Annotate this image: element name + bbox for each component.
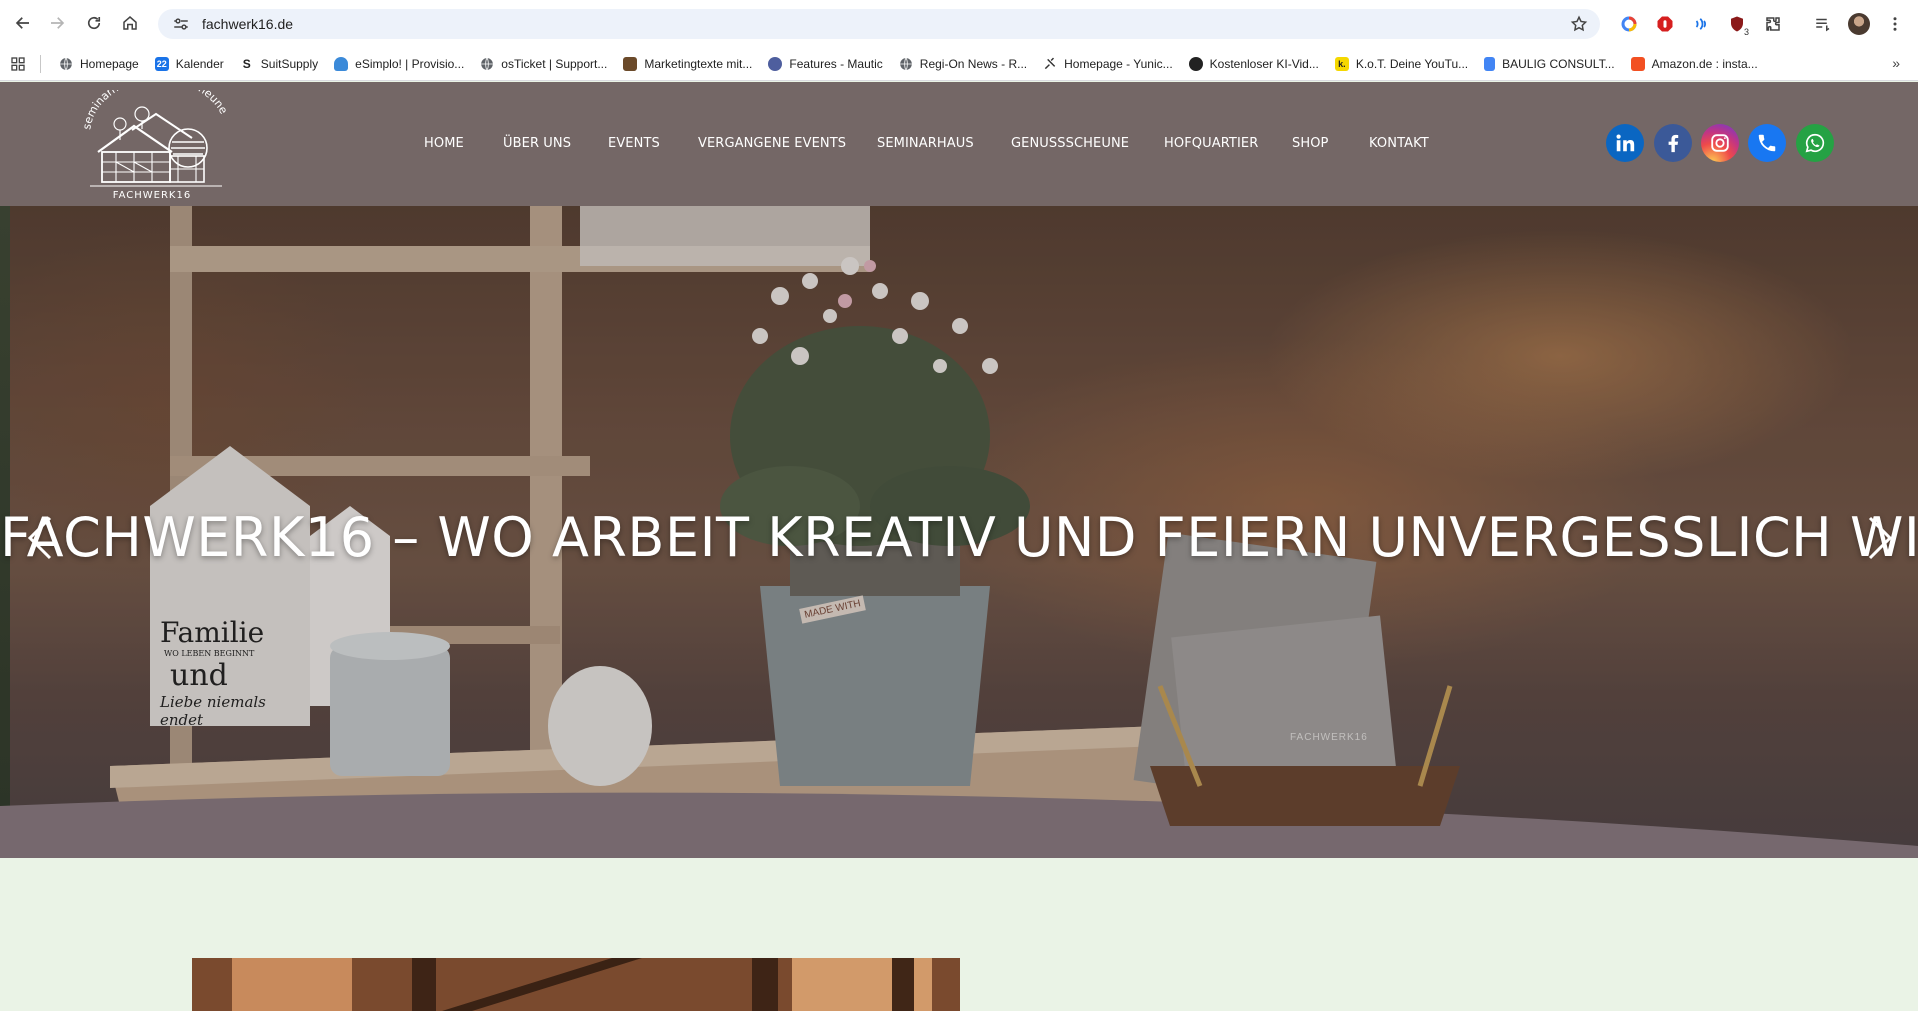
whatsapp-button[interactable] [1796, 124, 1834, 162]
puzzle-icon [1766, 16, 1780, 31]
bookmarks-bar: Homepage 22 Kalender S SuitSupply eSimpl… [0, 47, 1918, 81]
site-info-icon[interactable] [172, 15, 190, 33]
bookmark-yunic[interactable]: Homepage - Yunic... [1035, 51, 1181, 77]
bookmark-homepage[interactable]: Homepage [51, 51, 147, 77]
hero-slider: Familie WO LEBEN BEGINNT und Liebe niema… [0, 206, 1918, 858]
bookmark-amazon[interactable]: Amazon.de : insta... [1623, 51, 1766, 77]
extension-wave[interactable] [1686, 9, 1716, 39]
nav-ueber-uns[interactable]: ÜBER UNS [503, 136, 571, 151]
reload-button[interactable] [77, 6, 111, 40]
home-icon [123, 16, 137, 30]
suitsupply-icon: S [239, 56, 254, 71]
yunic-icon [1043, 57, 1057, 71]
phone-icon [1758, 134, 1776, 152]
mautic-icon [768, 56, 783, 71]
back-button[interactable] [6, 6, 40, 40]
marketing-icon [623, 56, 638, 71]
nav-hofquartier[interactable]: HOFQUARTIER [1164, 136, 1258, 151]
timber-frame-photo [192, 958, 960, 1011]
content-image [192, 958, 960, 1011]
slider-next-button[interactable] [1866, 514, 1894, 562]
forward-button[interactable] [40, 6, 74, 40]
linkedin-button[interactable] [1606, 124, 1644, 162]
phone-button[interactable] [1748, 124, 1786, 162]
wave-icon [1695, 17, 1707, 30]
apps-grid-icon[interactable] [10, 56, 26, 72]
profile-button[interactable] [1844, 9, 1874, 39]
bookmark-mautic[interactable]: Features - Mautic [760, 51, 890, 77]
esimplo-icon [334, 56, 349, 71]
ki-video-icon [1188, 56, 1203, 71]
slider-prev-button[interactable] [26, 514, 54, 562]
arrow-left-icon [15, 17, 29, 29]
home-button[interactable] [113, 6, 147, 40]
avatar [1848, 12, 1870, 35]
bookmark-kalender[interactable]: 22 Kalender [147, 51, 232, 77]
bookmark-osticket[interactable]: osTicket | Support... [472, 51, 615, 77]
adblock-icon [1657, 16, 1673, 31]
nav-kontakt[interactable]: KONTAKT [1369, 136, 1429, 151]
calendar-icon: 22 [154, 56, 169, 71]
globe-icon [899, 57, 913, 71]
nav-genussscheune[interactable]: GENUSSSCHEUNE [1011, 136, 1129, 151]
url-text: fachwerk16.de [202, 16, 294, 32]
extensions-menu-button[interactable] [1758, 9, 1788, 39]
chevron-left-icon [27, 516, 52, 560]
extension-shield[interactable]: 3 [1722, 9, 1752, 39]
instagram-icon [1711, 134, 1729, 152]
nav-events[interactable]: EVENTS [608, 136, 660, 151]
address-bar[interactable]: fachwerk16.de [158, 9, 1600, 39]
extension-adblock[interactable] [1650, 9, 1680, 39]
globe-icon [480, 57, 494, 71]
extensions-area: 3 [1614, 0, 1910, 47]
bookmark-marketingtexte[interactable]: Marketingtexte mit... [615, 51, 760, 77]
linkedin-icon [1616, 134, 1635, 152]
globe-icon [59, 57, 73, 71]
docs-icon [1484, 56, 1496, 71]
facebook-icon [1668, 134, 1679, 153]
bookmark-ki-video[interactable]: Kostenloser KI-Vid... [1181, 51, 1327, 77]
reading-list-button[interactable] [1808, 9, 1838, 39]
bookmark-baulig[interactable]: BAULIG CONSULT... [1476, 51, 1622, 77]
site-header: seminarhaus - genussscheune FACHWERK16 H… [0, 82, 1918, 206]
arrow-right-icon [51, 17, 65, 29]
browser-menu-button[interactable] [1880, 9, 1910, 39]
bookmark-esimplo[interactable]: eSimplo! | Provisio... [326, 51, 472, 77]
bookmark-suitsupply[interactable]: S SuitSupply [232, 51, 326, 77]
color-wheel-icon [1621, 16, 1637, 31]
bookmark-regi-on[interactable]: Regi-On News - R... [891, 51, 1035, 77]
extension-color-wheel[interactable] [1614, 9, 1644, 39]
chevron-right-icon [1868, 516, 1893, 560]
kot-icon: k. [1334, 56, 1349, 71]
amazon-icon [1630, 56, 1645, 71]
bookmark-kot[interactable]: k. K.o.T. Deine YouTu... [1327, 51, 1476, 77]
bookmark-star-icon[interactable] [1570, 15, 1588, 33]
kebab-menu-icon [1893, 16, 1897, 31]
browser-toolbar: fachwerk16.de 3 [0, 0, 1918, 47]
whatsapp-icon [1805, 133, 1825, 153]
reading-list-icon [1816, 18, 1830, 31]
bookmarks-separator [40, 54, 41, 73]
nav-home[interactable]: HOME [424, 136, 464, 151]
hero-title: FACHWERK16 – WO ARBEIT KREATIV UND FEIER… [0, 506, 1918, 569]
nav-shop[interactable]: SHOP [1292, 136, 1329, 151]
nav-vergangene-events[interactable]: VERGANGENE EVENTS [698, 136, 846, 151]
instagram-button[interactable] [1701, 124, 1739, 162]
extension-badge: 3 [1742, 26, 1750, 37]
facebook-button[interactable] [1654, 124, 1692, 162]
reload-icon [87, 16, 101, 30]
bookmarks-overflow-icon[interactable]: » [1892, 55, 1900, 71]
nav-seminarhaus[interactable]: SEMINARHAUS [877, 136, 974, 151]
